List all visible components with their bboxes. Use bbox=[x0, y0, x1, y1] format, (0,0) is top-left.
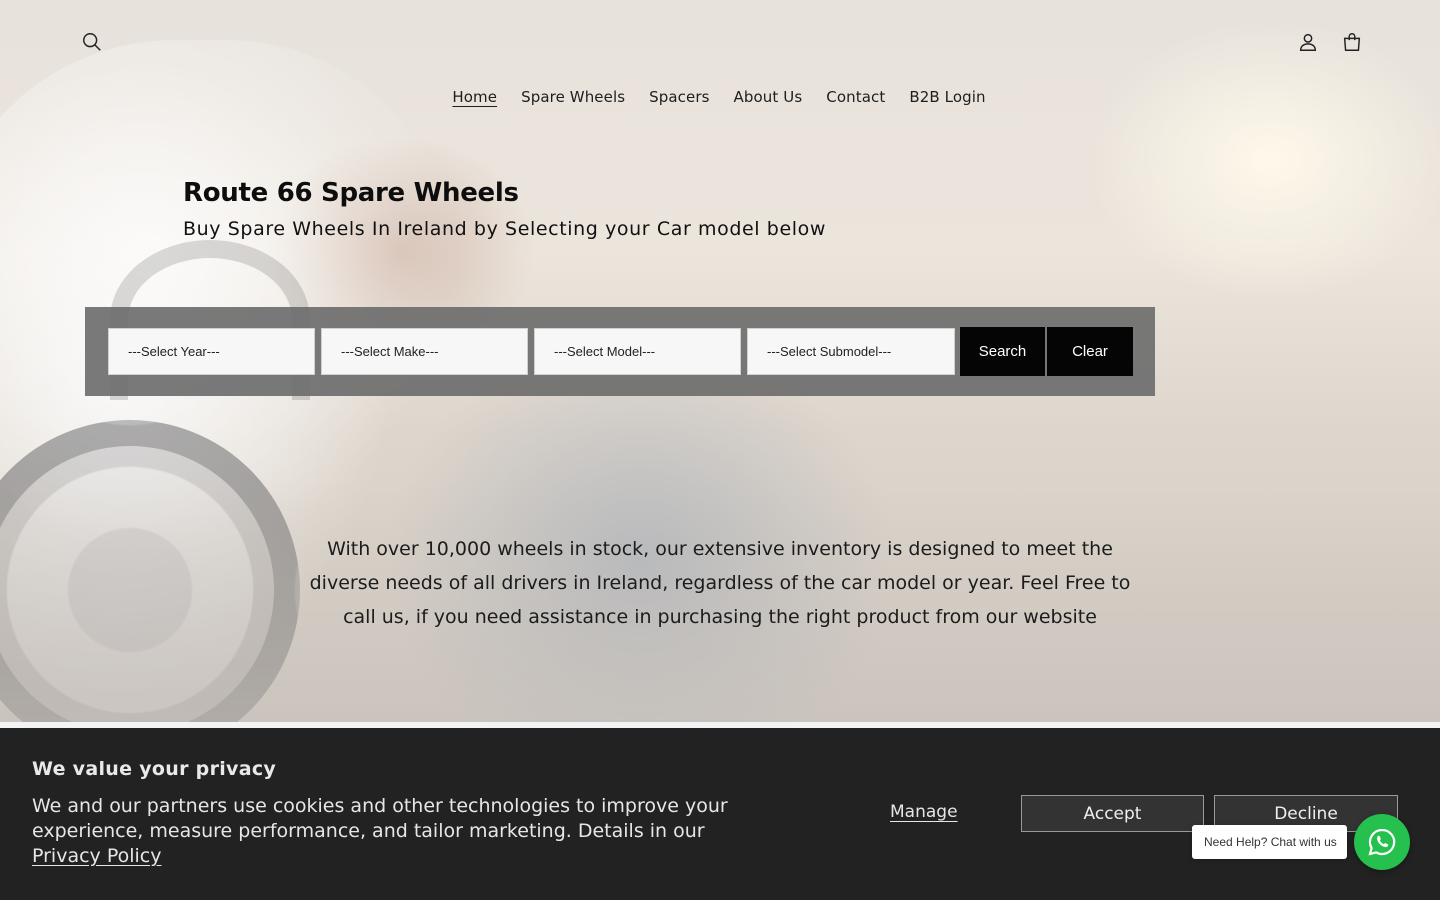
main-nav: Home Spare Wheels Spacers About Us Conta… bbox=[0, 86, 1440, 108]
privacy-policy-link[interactable]: Privacy Policy bbox=[32, 845, 161, 867]
clear-button[interactable]: Clear bbox=[1047, 327, 1133, 376]
nav-about-us[interactable]: About Us bbox=[722, 86, 815, 108]
nav-home[interactable]: Home bbox=[440, 86, 509, 108]
cart-button[interactable] bbox=[1332, 22, 1372, 62]
nav-spare-wheels[interactable]: Spare Wheels bbox=[509, 86, 637, 108]
year-select[interactable]: ---Select Year--- bbox=[108, 328, 315, 375]
chat-help-bubble[interactable]: Need Help? Chat with us bbox=[1192, 825, 1347, 859]
search-button[interactable] bbox=[72, 22, 112, 62]
search-submit-button[interactable]: Search bbox=[960, 327, 1045, 376]
whatsapp-icon bbox=[1368, 828, 1396, 856]
submodel-select[interactable]: ---Select Submodel--- bbox=[747, 328, 955, 375]
search-icon bbox=[83, 33, 101, 51]
accept-cookies-button[interactable]: Accept bbox=[1021, 795, 1204, 832]
account-icon bbox=[1299, 33, 1317, 51]
page-subtitle: Buy Spare Wheels In Ireland by Selecting… bbox=[183, 218, 827, 240]
cookie-text: We and our partners use cookies and othe… bbox=[32, 794, 772, 869]
nav-contact[interactable]: Contact bbox=[814, 86, 897, 108]
page-title: Route 66 Spare Wheels bbox=[183, 178, 519, 208]
make-select[interactable]: ---Select Make--- bbox=[321, 328, 528, 375]
cart-icon bbox=[1343, 33, 1361, 51]
nav-spacers[interactable]: Spacers bbox=[637, 86, 721, 108]
model-select[interactable]: ---Select Model--- bbox=[534, 328, 741, 375]
whatsapp-chat-button[interactable] bbox=[1354, 814, 1410, 870]
manage-cookies-link[interactable]: Manage bbox=[890, 802, 958, 822]
cookie-banner: We value your privacy We and our partner… bbox=[0, 728, 1440, 900]
account-button[interactable] bbox=[1288, 22, 1328, 62]
cookie-description: We and our partners use cookies and othe… bbox=[32, 795, 728, 842]
nav-b2b-login[interactable]: B2B Login bbox=[897, 86, 997, 108]
hero-description: With over 10,000 wheels in stock, our ex… bbox=[309, 538, 1131, 628]
cookie-title: We value your privacy bbox=[32, 758, 277, 780]
vehicle-filter-panel: ---Select Year--- ---Select Make--- ---S… bbox=[85, 307, 1155, 396]
